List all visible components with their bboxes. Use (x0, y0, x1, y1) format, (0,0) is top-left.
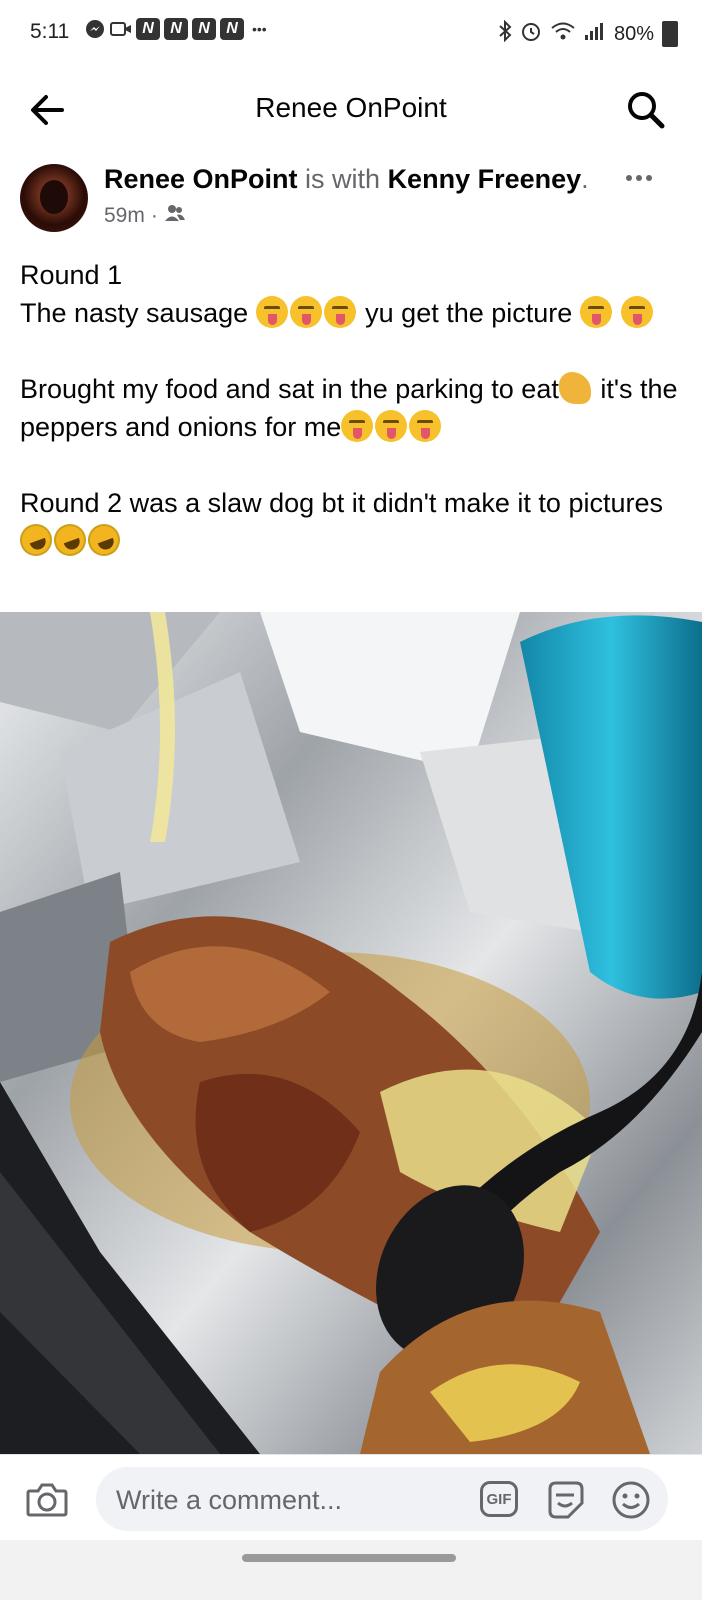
messenger-icon (84, 18, 106, 40)
tongue-emoji-icon (409, 410, 442, 442)
status-right: 80% (498, 19, 678, 48)
page-title: Renee OnPoint (255, 92, 447, 123)
n-app-icon: N (136, 18, 160, 40)
comment-placeholder: Write a comment... (116, 1485, 343, 1515)
alarm-icon (520, 20, 542, 48)
friends-icon (164, 204, 186, 228)
sticker-icon (548, 1481, 584, 1519)
avatar[interactable] (20, 164, 88, 232)
post-time[interactable]: 59m (104, 204, 145, 228)
system-nav-bar (0, 1540, 702, 1600)
search-icon (628, 92, 665, 129)
post-line: The nasty sausage yu get the picture (20, 294, 680, 332)
food-photo-image (0, 612, 702, 1454)
bluetooth-icon (498, 19, 512, 48)
more-dot-icon (636, 175, 642, 181)
n-app-icon: N (220, 18, 244, 40)
status-bar: 5:11 N N N N ••• 80% (0, 0, 702, 68)
comment-bar: Write a comment... GIF (0, 1454, 702, 1541)
tongue-emoji-icon (289, 296, 322, 328)
video-icon (110, 18, 132, 40)
laughing-emoji-icon (49, 519, 91, 561)
tongue-emoji-icon (323, 296, 356, 328)
tagged-name-link[interactable]: Kenny Freeney (388, 164, 582, 194)
gif-button[interactable]: GIF (480, 1481, 518, 1517)
wifi-icon (550, 21, 576, 47)
more-notifications-icon: ••• (252, 21, 267, 37)
search-button[interactable] (624, 88, 668, 132)
laughing-emoji-icon (15, 519, 57, 561)
more-dot-icon (646, 175, 652, 181)
post-text-segment: yu get the picture (357, 298, 580, 328)
muscle-emoji-icon (558, 372, 591, 404)
post-body: Round 1 The nasty sausage yu get the pic… (15, 256, 680, 561)
post-more-button[interactable] (626, 168, 656, 188)
n-app-icon: N (164, 18, 188, 40)
period: . (581, 164, 589, 194)
with-text: is with (297, 164, 388, 194)
meta-separator: · (150, 204, 158, 227)
n-app-icon: N (192, 18, 216, 40)
author-name-link[interactable]: Renee OnPoint (104, 164, 298, 194)
battery-percent: 80% (613, 22, 654, 45)
post-line: Round 1 (20, 260, 123, 290)
battery-icon (662, 21, 678, 47)
status-time: 5:11 (30, 20, 70, 43)
camera-icon (26, 1483, 68, 1517)
notification-icons: N N N N ••• (84, 18, 267, 40)
tongue-emoji-icon (341, 410, 374, 442)
post-line: Brought my food and sat in the parking t… (20, 370, 680, 446)
tongue-emoji-icon (621, 296, 654, 328)
post-photo[interactable] (0, 612, 702, 1454)
post-text-segment: The nasty sausage (20, 298, 256, 328)
camera-button[interactable] (24, 1477, 70, 1523)
comment-input[interactable]: Write a comment... GIF (96, 1467, 668, 1531)
post-meta: 59m · (104, 204, 186, 228)
emoji-button[interactable] (610, 1479, 652, 1521)
post-text-segment: Brought my food and sat in the parking t… (20, 374, 559, 404)
post-text-segment: Round 2 was a slaw dog bt it didn't make… (20, 488, 663, 518)
sticker-button[interactable] (544, 1479, 586, 1521)
tongue-emoji-icon (255, 296, 288, 328)
post-author-line: Renee OnPoint is with Kenny Freeney. (104, 164, 589, 195)
more-dot-icon (626, 175, 632, 181)
signal-icon (584, 21, 606, 47)
smiley-icon (612, 1481, 650, 1519)
laughing-emoji-icon (83, 519, 125, 561)
home-indicator[interactable] (242, 1554, 456, 1562)
tongue-emoji-icon (579, 296, 612, 328)
post-line: Round 2 was a slaw dog bt it didn't make… (15, 484, 680, 561)
app-header: Renee OnPoint (0, 68, 702, 154)
tongue-emoji-icon (375, 410, 408, 442)
